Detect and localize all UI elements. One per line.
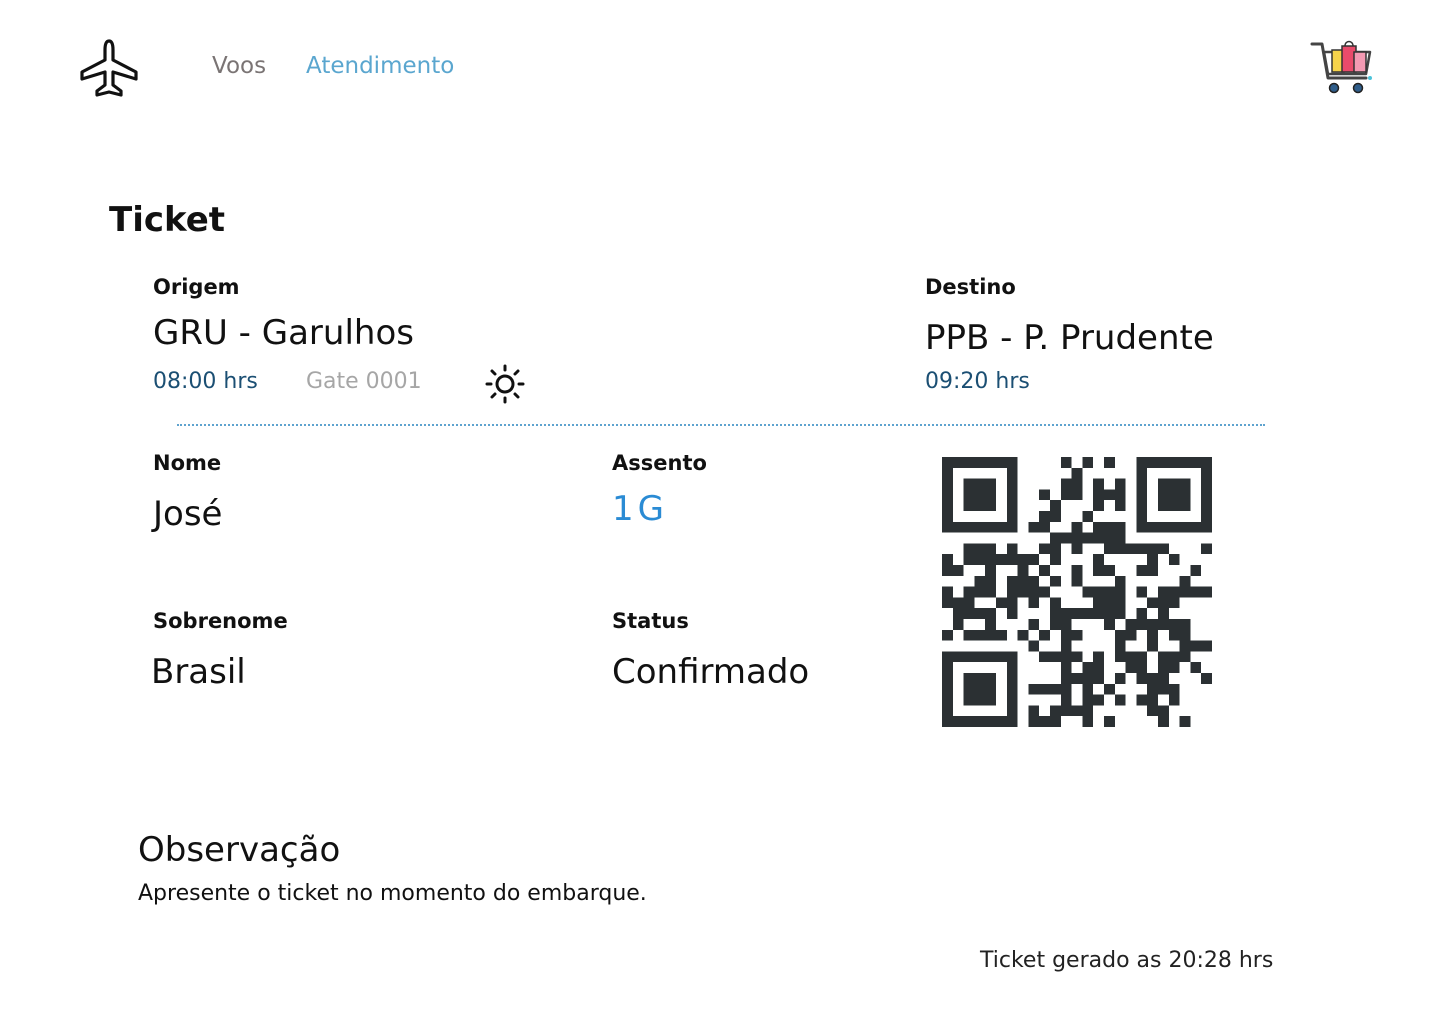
status-label: Status	[612, 609, 689, 633]
observation-title: Observação	[138, 830, 341, 870]
status-value: Confirmado	[612, 652, 810, 692]
seat-value: 1G	[612, 489, 668, 529]
sun-icon	[485, 364, 525, 404]
page-title: Ticket	[109, 200, 226, 240]
gate-number: Gate 0001	[306, 369, 422, 394]
shopping-cart-icon[interactable]	[1310, 38, 1374, 98]
name-label: Nome	[153, 451, 222, 475]
name-value: José	[153, 494, 223, 534]
origin-value: GRU - Garulhos	[153, 313, 414, 353]
surname-value: Brasil	[151, 652, 246, 692]
destination-value: PPB - P. Prudente	[925, 318, 1214, 358]
nav-link-voos[interactable]: Voos	[212, 53, 266, 79]
observation-text: Apresente o ticket no momento do embarqu…	[138, 881, 647, 906]
arrival-time: 09:20 hrs	[925, 369, 1030, 394]
seat-label: Assento	[612, 451, 707, 475]
nav-link-atendimento[interactable]: Atendimento	[306, 53, 454, 79]
ticket-generated-time: Ticket gerado as 20:28 hrs	[980, 948, 1274, 973]
surname-label: Sobrenome	[153, 609, 288, 633]
qr-code-icon	[942, 457, 1212, 727]
departure-time: 08:00 hrs	[153, 369, 258, 394]
destination-label: Destino	[925, 275, 1016, 299]
ticket-divider	[177, 424, 1265, 426]
origin-label: Origem	[153, 275, 240, 299]
airplane-icon[interactable]	[78, 38, 140, 98]
